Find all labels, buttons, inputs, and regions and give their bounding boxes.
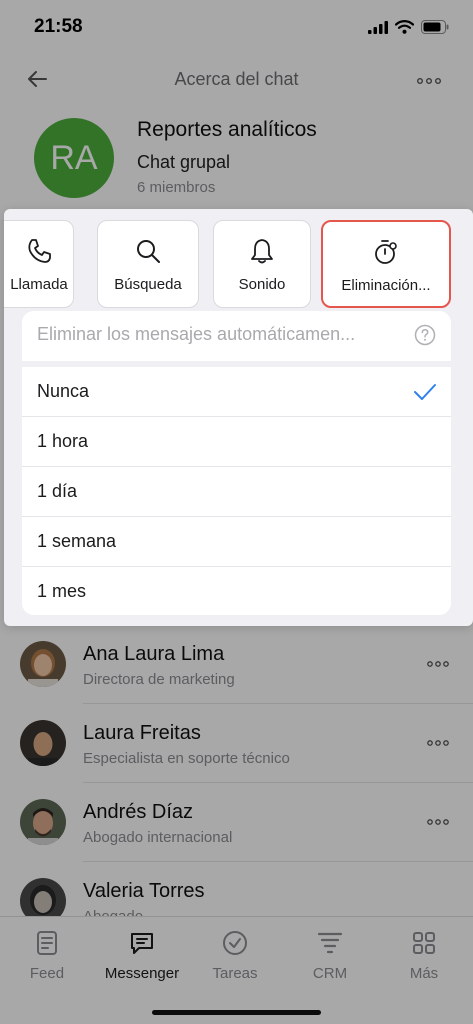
phone-icon bbox=[28, 239, 51, 263]
option-nunca[interactable]: Nunca bbox=[22, 367, 451, 417]
option-label: Nunca bbox=[37, 381, 90, 401]
help-icon[interactable] bbox=[414, 324, 436, 346]
option-1-semana[interactable]: 1 semana bbox=[22, 517, 451, 567]
option-label: 1 semana bbox=[37, 531, 117, 551]
call-label: Llamada bbox=[10, 276, 68, 293]
auto-delete-label: Eliminación... bbox=[341, 277, 431, 294]
dropdown-header: Eliminar los mensajes automáticamen... bbox=[22, 311, 451, 361]
option-label: 1 mes bbox=[37, 581, 87, 601]
call-button[interactable]: Llamada bbox=[4, 220, 74, 308]
screen: 21:58 Acerca del chat RA Reportes analít… bbox=[0, 0, 473, 1024]
timer-icon bbox=[375, 240, 397, 264]
auto-delete-dropdown: Eliminar los mensajes automáticamen... N… bbox=[22, 311, 451, 615]
option-label: 1 día bbox=[37, 481, 78, 501]
search-label: Búsqueda bbox=[114, 276, 182, 293]
actions-popup: Llamada Búsqueda Sonido Eliminación... E… bbox=[4, 209, 473, 626]
search-button[interactable]: Búsqueda bbox=[97, 220, 199, 308]
bell-icon bbox=[251, 239, 273, 264]
dropdown-placeholder: Eliminar los mensajes automáticamen... bbox=[37, 324, 356, 344]
auto-delete-button[interactable]: Eliminación... bbox=[321, 220, 451, 308]
search-icon bbox=[137, 240, 160, 263]
option-1-mes[interactable]: 1 mes bbox=[22, 567, 451, 615]
option-1-dia[interactable]: 1 día bbox=[22, 467, 451, 517]
check-icon bbox=[414, 384, 436, 400]
sound-button[interactable]: Sonido bbox=[213, 220, 311, 308]
option-1-hora[interactable]: 1 hora bbox=[22, 417, 451, 467]
option-label: 1 hora bbox=[37, 431, 89, 451]
sound-label: Sonido bbox=[238, 276, 286, 293]
